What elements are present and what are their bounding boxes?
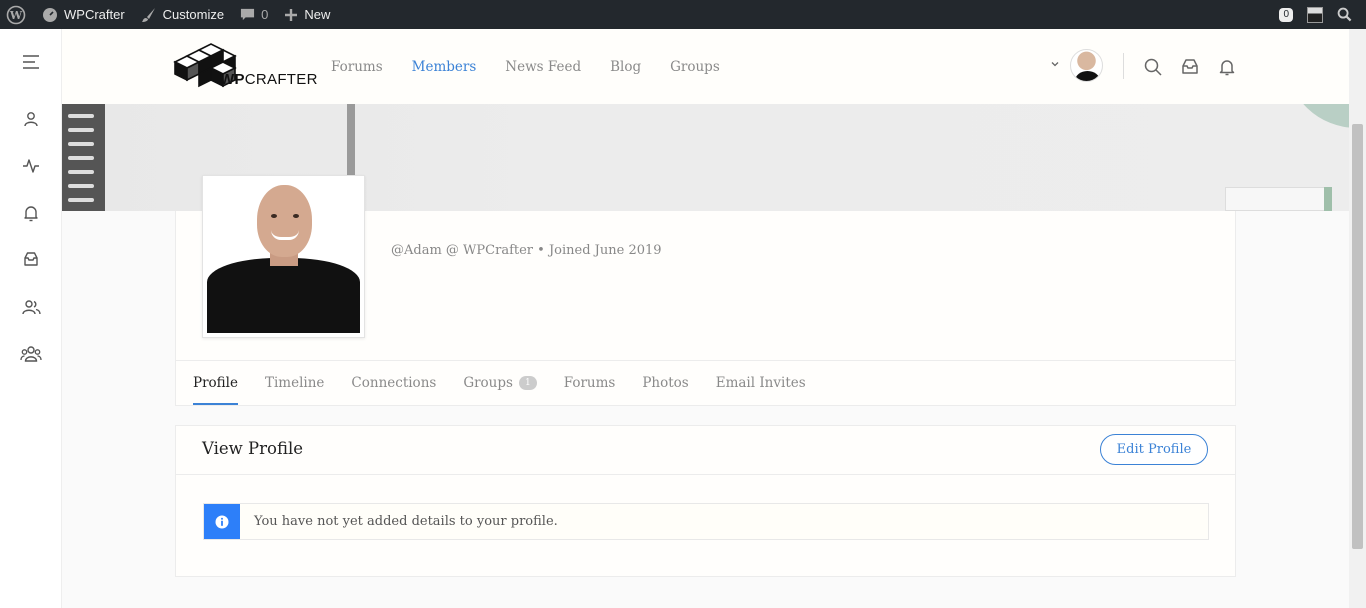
nav-blog[interactable]: Blog: [610, 59, 641, 75]
profile-photo: [207, 180, 360, 333]
main-nav: Forums Members News Feed Blog Groups: [331, 29, 720, 104]
admin-avatar[interactable]: [1307, 6, 1323, 23]
search-icon[interactable]: [1337, 7, 1352, 22]
notice-text: You have not yet added details to your p…: [254, 514, 558, 529]
dashboard-icon: [43, 7, 57, 22]
tab-profile[interactable]: Profile: [193, 361, 238, 405]
info-notice: You have not yet added details to your p…: [203, 503, 1209, 540]
nav-groups[interactable]: Groups: [670, 59, 720, 75]
bell-icon[interactable]: [1217, 57, 1237, 77]
comments-count: 0: [261, 7, 269, 22]
inbox-icon[interactable]: [20, 248, 42, 270]
view-profile-panel: View Profile Edit Profile You have not y…: [175, 425, 1236, 577]
groups-count-badge: 1: [518, 376, 537, 390]
site-name-link[interactable]: WPCrafter: [32, 0, 131, 29]
admin-bar: W WPCrafter Customize 0 New 0: [0, 0, 1366, 29]
header-divider: [1123, 53, 1124, 79]
profile-meta: @Adam @ WPCrafter • Joined June 2019: [391, 243, 662, 258]
cover-spiral-graphic: [62, 104, 105, 211]
user-icon[interactable]: [20, 108, 42, 130]
tab-groups[interactable]: Groups 1: [463, 361, 537, 405]
inbox-icon[interactable]: [1180, 57, 1200, 77]
notification-count-badge[interactable]: 0: [1279, 7, 1293, 22]
tab-connections[interactable]: Connections: [351, 361, 436, 405]
users-icon[interactable]: [20, 296, 42, 318]
chevron-down-icon[interactable]: [1050, 59, 1060, 69]
brush-icon: [141, 7, 155, 22]
page-scrollbar[interactable]: [1349, 29, 1366, 608]
customize-link[interactable]: Customize: [131, 0, 230, 29]
new-content-link[interactable]: New: [274, 0, 336, 29]
profile-tabs: Profile Timeline Connections Groups 1 For…: [193, 361, 806, 405]
tab-timeline[interactable]: Timeline: [265, 361, 324, 405]
new-label: New: [304, 7, 331, 22]
nav-members[interactable]: Members: [412, 59, 477, 75]
wordpress-logo-icon[interactable]: W: [0, 0, 32, 29]
customize-label: Customize: [162, 7, 225, 22]
plus-icon: [285, 8, 298, 21]
svg-text:W: W: [9, 9, 23, 22]
bell-icon[interactable]: [20, 202, 42, 224]
scrollbar-thumb[interactable]: [1352, 124, 1363, 549]
tab-email-invites[interactable]: Email Invites: [716, 361, 806, 405]
edit-profile-button[interactable]: Edit Profile: [1100, 434, 1208, 465]
comments-link[interactable]: 0: [230, 0, 274, 29]
logo-text: WPCRAFTER: [220, 71, 318, 88]
comment-icon: [241, 8, 255, 21]
menu-icon[interactable]: [20, 51, 42, 73]
site-header: WPCRAFTER Forums Members News Feed Blog …: [62, 29, 1349, 104]
site-name: WPCrafter: [64, 7, 125, 22]
nav-forums[interactable]: Forums: [331, 59, 383, 75]
info-icon: [204, 504, 240, 539]
activity-icon[interactable]: [20, 155, 42, 177]
panel-title: View Profile: [202, 439, 304, 458]
tab-photos[interactable]: Photos: [642, 361, 688, 405]
left-sidebar: [0, 29, 62, 608]
groups-icon[interactable]: [20, 342, 42, 364]
nav-news-feed[interactable]: News Feed: [505, 59, 581, 75]
profile-avatar[interactable]: [202, 175, 365, 338]
search-icon[interactable]: [1143, 57, 1163, 77]
user-avatar[interactable]: [1070, 49, 1103, 82]
tab-forums[interactable]: Forums: [564, 361, 616, 405]
